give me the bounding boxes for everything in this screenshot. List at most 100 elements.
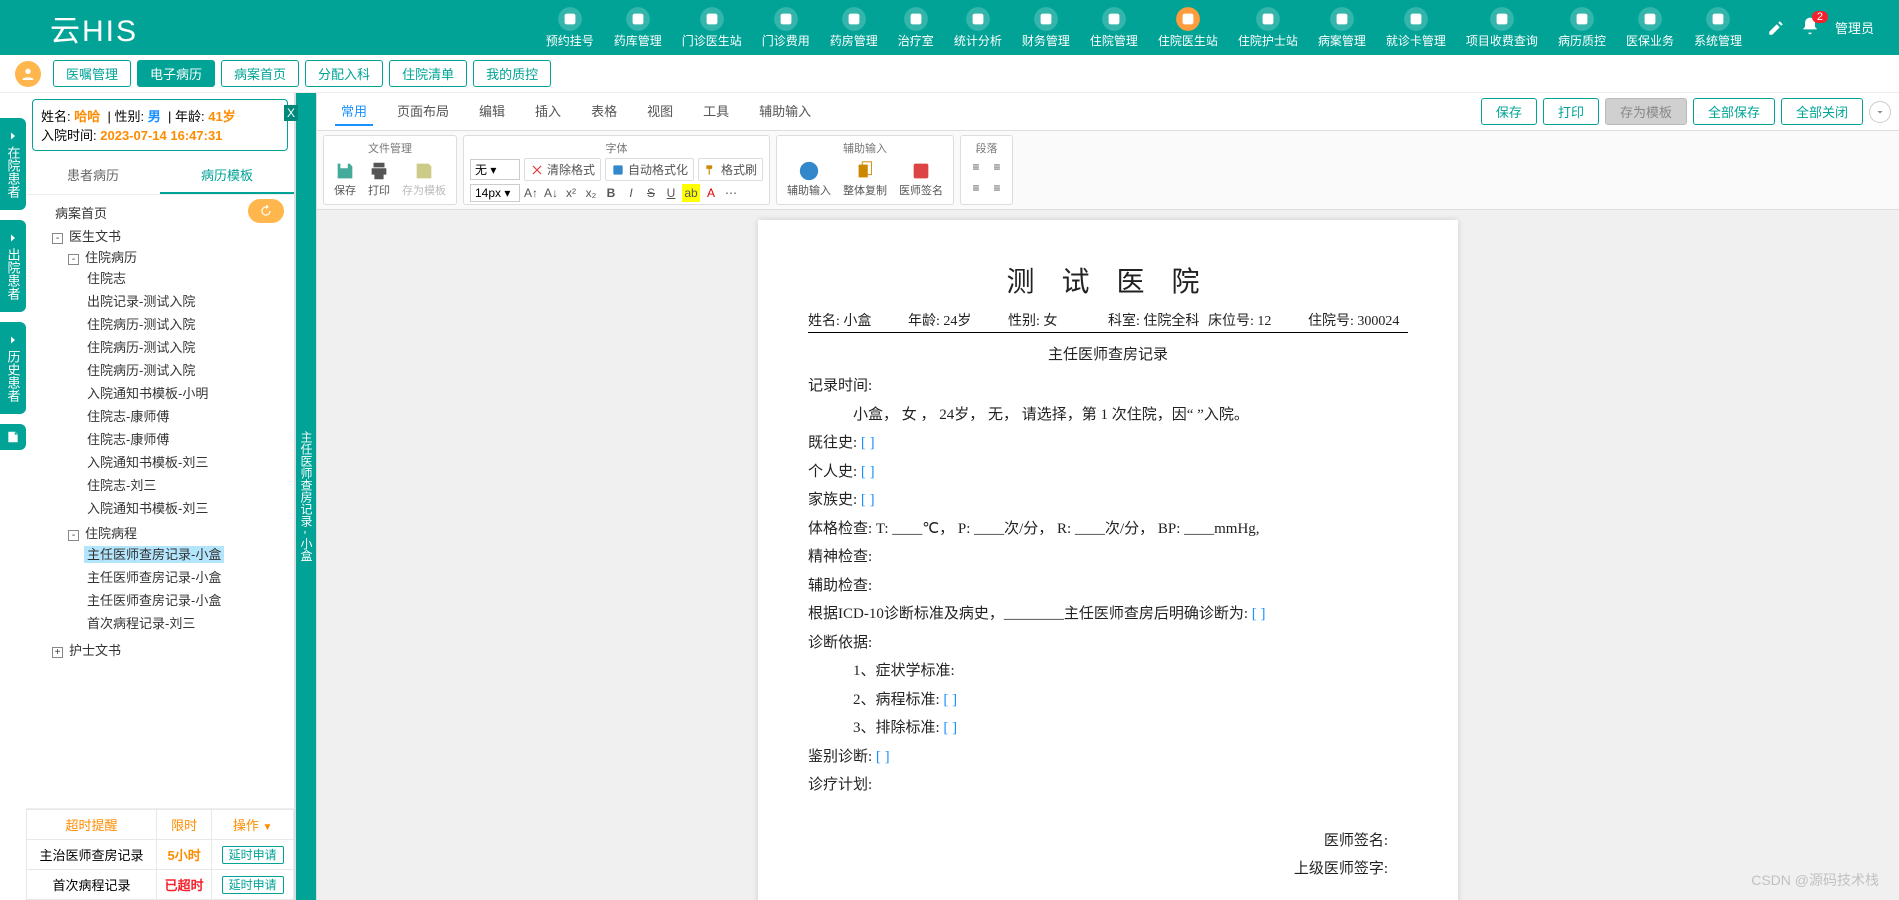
side-tab-discharged[interactable]: 出院患者 <box>0 220 26 312</box>
more-font[interactable]: ⋯ <box>722 184 740 202</box>
underline[interactable]: U <box>662 184 680 202</box>
subnav-4[interactable]: 住院清单 <box>389 60 467 87</box>
tree-item[interactable]: 入院通知书模板-刘三 <box>84 454 211 471</box>
collapse-ribbon-button[interactable] <box>1869 101 1891 123</box>
tree-nurse-docs[interactable]: 护士文书 <box>66 642 124 659</box>
tree-item[interactable]: 住院志-康师傅 <box>84 431 172 448</box>
tree-item[interactable]: 住院病历-测试入院 <box>84 316 198 333</box>
ribbon-tab-7[interactable]: 辅助输入 <box>753 97 817 126</box>
delay-button[interactable]: 延时申请 <box>222 846 284 864</box>
italic[interactable]: I <box>622 184 640 202</box>
tree-item[interactable]: 入院通知书模板-刘三 <box>84 500 211 517</box>
ribbon-tab-0[interactable]: 常用 <box>335 97 373 126</box>
side-doc-button[interactable] <box>0 424 26 450</box>
ribbon-tab-2[interactable]: 编辑 <box>473 97 511 126</box>
tree-root-record[interactable]: 病案首页 <box>52 205 110 222</box>
subnav-1[interactable]: 电子病历 <box>137 60 215 87</box>
tree-inhosp-record[interactable]: 住院病历 <box>82 249 140 266</box>
tree-doctor-docs[interactable]: 医生文书 <box>66 228 124 245</box>
save-button[interactable]: 保存 <box>1481 98 1537 125</box>
nav-4[interactable]: 药房管理 <box>820 2 888 53</box>
ribbon-save-tpl[interactable]: 存为模板 <box>398 158 450 200</box>
copy-all[interactable]: 整体复制 <box>839 158 891 200</box>
tree-inhosp-course[interactable]: 住院病程 <box>82 525 140 542</box>
tree-item[interactable]: 住院志-刘三 <box>84 477 159 494</box>
doc-vertical-tab[interactable]: 主任医师查房记录 - 小盒 X <box>296 93 316 900</box>
field-diag[interactable]: [ ] <box>1252 606 1266 622</box>
auto-format[interactable]: 自动格式化 <box>605 158 694 181</box>
subnav-2[interactable]: 病案首页 <box>221 60 299 87</box>
font-size-select[interactable]: 14px ▾ <box>470 184 520 202</box>
tree-item[interactable]: 住院病历-测试入院 <box>84 339 198 356</box>
tab-record-template[interactable]: 病历模板 <box>160 157 294 194</box>
font-shrink[interactable]: A↓ <box>542 184 560 202</box>
align-right[interactable]: ≡ <box>967 179 985 197</box>
nav-0[interactable]: 预约挂号 <box>536 2 604 53</box>
notification-bell[interactable]: 2 <box>1800 16 1820 39</box>
font-grow[interactable]: A↑ <box>522 184 540 202</box>
tab-patient-record[interactable]: 患者病历 <box>26 157 160 194</box>
close-all-button[interactable]: 全部关闭 <box>1781 98 1863 125</box>
nav-1[interactable]: 药库管理 <box>604 2 672 53</box>
subscript[interactable]: x₂ <box>582 184 600 202</box>
nav-16[interactable]: 系统管理 <box>1684 2 1752 53</box>
tree-item[interactable]: 主任医师查房记录-小盒 <box>84 592 224 609</box>
refresh-button[interactable] <box>248 199 284 223</box>
tree-item[interactable]: 入院通知书模板-小明 <box>84 385 211 402</box>
toggle-icon[interactable]: - <box>52 233 63 244</box>
field-diff[interactable]: [ ] <box>876 749 890 765</box>
doctor-sign[interactable]: 医师签名 <box>895 158 947 200</box>
field-family[interactable]: [ ] <box>861 492 875 508</box>
font-color[interactable]: A <box>702 184 720 202</box>
nav-8[interactable]: 住院管理 <box>1080 2 1148 53</box>
strike[interactable]: S <box>642 184 660 202</box>
print-button[interactable]: 打印 <box>1543 98 1599 125</box>
align-justify[interactable]: ≡ <box>988 179 1006 197</box>
nav-7[interactable]: 财务管理 <box>1012 2 1080 53</box>
nav-15[interactable]: 医保业务 <box>1616 2 1684 53</box>
ribbon-tab-5[interactable]: 视图 <box>641 97 679 126</box>
nav-12[interactable]: 就诊卡管理 <box>1376 2 1456 53</box>
nav-2[interactable]: 门诊医生站 <box>672 2 752 53</box>
font-family-select[interactable]: 无 ▾ <box>470 159 520 180</box>
ribbon-tab-4[interactable]: 表格 <box>585 97 623 126</box>
close-tab-button[interactable]: X <box>284 105 298 121</box>
ribbon-save[interactable]: 保存 <box>330 158 360 200</box>
tree-item[interactable]: 主任医师查房记录-小盒 <box>84 569 224 586</box>
document-page[interactable]: 测 试 医 院 姓名: 小盒年龄: 24岁性别: 女科室: 住院全科床位号: 1… <box>758 220 1458 900</box>
highlight[interactable]: ab <box>682 184 700 202</box>
side-tab-history[interactable]: 历史患者 <box>0 322 26 414</box>
format-brush[interactable]: 格式刷 <box>698 158 763 181</box>
nav-13[interactable]: 项目收费查询 <box>1456 2 1548 53</box>
ribbon-tab-3[interactable]: 插入 <box>529 97 567 126</box>
tree-item[interactable]: 主任医师查房记录-小盒 <box>84 546 224 563</box>
delay-button[interactable]: 延时申请 <box>222 876 284 894</box>
nav-9[interactable]: 住院医生站 <box>1148 2 1228 53</box>
nav-6[interactable]: 统计分析 <box>944 2 1012 53</box>
side-tab-inpatient[interactable]: 在院患者 <box>0 118 26 210</box>
tree-item[interactable]: 住院志 <box>84 270 129 287</box>
align-left[interactable]: ≡ <box>967 158 985 176</box>
save-template-button[interactable]: 存为模板 <box>1605 98 1687 125</box>
avatar[interactable] <box>15 61 41 87</box>
tree-item[interactable]: 首次病程记录-刘三 <box>84 615 198 632</box>
field-personal[interactable]: [ ] <box>861 464 875 480</box>
nav-3[interactable]: 门诊费用 <box>752 2 820 53</box>
nav-11[interactable]: 病案管理 <box>1308 2 1376 53</box>
nav-10[interactable]: 住院护士站 <box>1228 2 1308 53</box>
subnav-0[interactable]: 医嘱管理 <box>53 60 131 87</box>
tree-item[interactable]: 住院病历-测试入院 <box>84 362 198 379</box>
ribbon-tab-1[interactable]: 页面布局 <box>391 97 455 126</box>
edit-icon[interactable] <box>1767 19 1785 37</box>
bold[interactable]: B <box>602 184 620 202</box>
subnav-5[interactable]: 我的质控 <box>473 60 551 87</box>
save-all-button[interactable]: 全部保存 <box>1693 98 1775 125</box>
assist-input[interactable]: 辅助输入 <box>783 158 835 200</box>
user-name[interactable]: 管理员 <box>1835 18 1874 37</box>
tree-item[interactable]: 出院记录-测试入院 <box>84 293 198 310</box>
superscript[interactable]: x² <box>562 184 580 202</box>
field-past[interactable]: [ ] <box>861 435 875 451</box>
nav-5[interactable]: 治疗室 <box>888 2 944 53</box>
nav-14[interactable]: 病历质控 <box>1548 2 1616 53</box>
subnav-3[interactable]: 分配入科 <box>305 60 383 87</box>
